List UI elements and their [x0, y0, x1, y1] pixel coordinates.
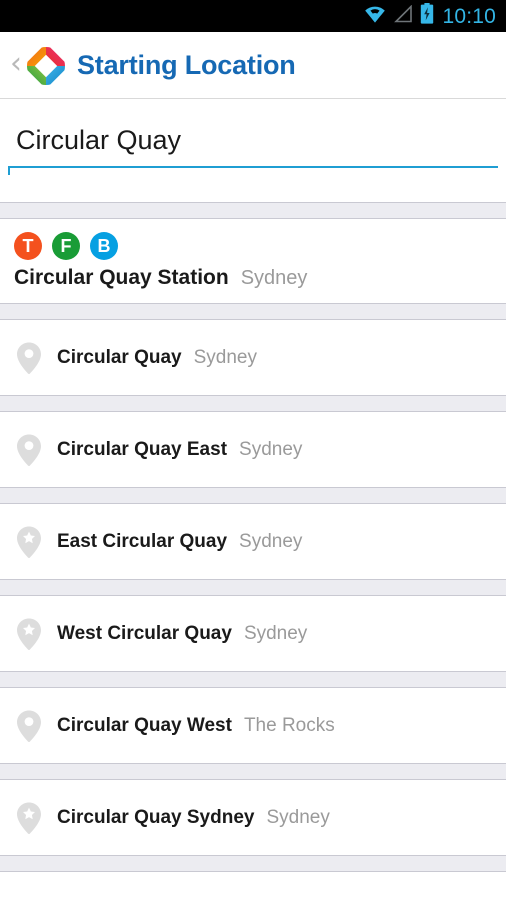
list-item-text: East Circular Quay Sydney [57, 531, 302, 553]
list-item-text: Circular Quay Sydney Sydney [57, 807, 330, 829]
map-pin-star-icon [14, 800, 44, 836]
status-bar: 10:10 [0, 0, 506, 32]
list-item-name: Circular Quay Station [14, 266, 229, 289]
app-header: ‹ Starting Location [0, 32, 506, 99]
list-separator [0, 579, 506, 596]
list-item[interactable]: East Circular Quay Sydney [0, 504, 506, 579]
list-item[interactable]: T F B Circular Quay Station Sydney [0, 219, 506, 303]
list-item-region: Sydney [239, 530, 303, 552]
list-item-text: Circular Quay Sydney [57, 347, 257, 369]
list-separator [0, 303, 506, 320]
wifi-icon [363, 4, 387, 28]
map-pin-icon [14, 708, 44, 744]
list-item-region: Sydney [240, 267, 308, 289]
list-item[interactable]: Circular Quay West The Rocks [0, 688, 506, 763]
list-item-name: Circular Quay East [57, 438, 228, 460]
list-item-region: The Rocks [243, 714, 335, 736]
back-button[interactable]: ‹ [6, 48, 26, 83]
list-item-region: Sydney [239, 438, 303, 460]
map-pin-star-icon [14, 524, 44, 560]
train-badge: T [14, 232, 42, 260]
status-bar-icons [363, 3, 434, 29]
list-item-name: Circular Quay West [57, 714, 232, 736]
list-item[interactable]: Circular Quay East Sydney [0, 412, 506, 487]
list-item-region: Sydney [266, 806, 330, 828]
map-pin-icon [14, 432, 44, 468]
search-input[interactable] [8, 126, 498, 166]
list-item-text: Circular Quay Station Sydney [14, 266, 307, 290]
list-separator [0, 487, 506, 504]
list-item-name: West Circular Quay [57, 622, 232, 644]
signal-icon [394, 4, 413, 28]
transport-badges: T F B [14, 232, 118, 260]
battery-charging-icon [420, 3, 434, 29]
page-title: Starting Location [77, 50, 296, 80]
list-item[interactable]: West Circular Quay Sydney [0, 596, 506, 671]
list-separator [0, 395, 506, 412]
list-separator [0, 855, 506, 872]
list-separator [0, 202, 506, 219]
list-item-name: Circular Quay [57, 346, 182, 368]
bus-badge: B [90, 232, 118, 260]
list-item[interactable]: Circular Quay Sydney Sydney [0, 780, 506, 855]
list-item-text: West Circular Quay Sydney [57, 623, 307, 645]
ferry-badge: F [52, 232, 80, 260]
app-logo-icon [26, 46, 65, 85]
list-item-region: Sydney [243, 622, 308, 644]
map-pin-icon [14, 340, 44, 376]
list-item-region: Sydney [193, 346, 257, 368]
map-pin-star-icon [14, 616, 44, 652]
status-bar-clock: 10:10 [442, 4, 496, 28]
list-separator [0, 763, 506, 780]
list-separator [0, 671, 506, 688]
list-item[interactable]: Circular Quay Sydney [0, 320, 506, 395]
list-item-name: East Circular Quay [57, 530, 228, 552]
search-field-container [0, 99, 506, 202]
search-input-underline [8, 165, 498, 175]
list-item-text: Circular Quay West The Rocks [57, 715, 335, 737]
list-item-text: Circular Quay East Sydney [57, 439, 302, 461]
list-item-name: Circular Quay Sydney [57, 806, 255, 828]
